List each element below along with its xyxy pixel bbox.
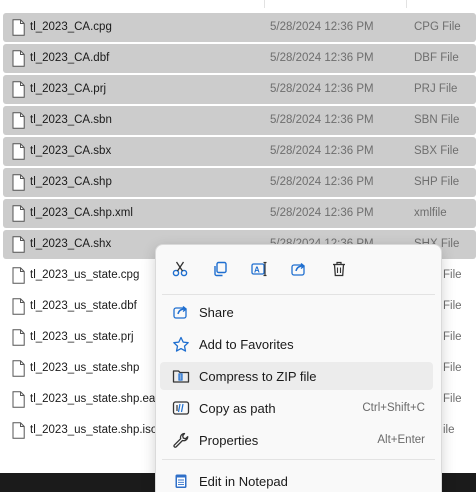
file-icon [12,267,25,284]
share-icon [291,262,306,276]
wrench-icon [173,432,189,448]
file-icon [12,391,25,408]
file-type: xmlfile [414,207,447,219]
rename-button[interactable]: A [246,256,272,282]
copy-button[interactable] [207,256,233,282]
file-date: 5/28/2024 12:36 PM [270,114,374,126]
menu-item-label: Properties [199,433,259,448]
file-icon [12,174,25,191]
menu-item-label: Share [199,305,234,320]
column-header-strip [0,0,476,8]
cut-icon [172,261,188,277]
menu-item-copy-as-path[interactable]: Copy as path Ctrl+Shift+C [160,394,433,422]
share-icon [173,305,188,319]
zip-folder-icon [172,370,190,383]
menu-item-label: Compress to ZIP file [199,369,317,384]
file-name: tl_2023_us_state.shp [30,362,140,374]
file-type: File [443,362,462,374]
file-row[interactable]: tl_2023_CA.prj 5/28/2024 12:36 PM PRJ File [0,74,476,105]
file-date: 5/28/2024 12:36 PM [270,176,374,188]
menu-item-edit-in-notepad[interactable]: Edit in Notepad [160,467,433,492]
file-icon [12,112,25,129]
file-type: File [443,331,462,343]
file-name: tl_2023_CA.shp [30,176,112,188]
file-icon [12,143,25,160]
file-icon [12,19,25,36]
file-name: tl_2023_CA.cpg [30,21,112,33]
file-date: 5/28/2024 12:36 PM [270,83,374,95]
menu-divider [162,294,435,295]
share-quick-button[interactable] [286,256,312,282]
file-icon [12,422,25,439]
delete-button[interactable] [326,256,352,282]
star-icon [173,336,189,352]
menu-item-properties[interactable]: Properties Alt+Enter [160,426,433,454]
file-name: tl_2023_us_state.dbf [30,300,137,312]
copy-path-icon [172,401,190,415]
file-row[interactable]: tl_2023_CA.dbf 5/28/2024 12:36 PM DBF File [0,43,476,74]
file-row[interactable]: tl_2023_CA.sbx 5/28/2024 12:36 PM SBX File [0,136,476,167]
file-type: File [443,300,462,312]
file-name: tl_2023_CA.sbn [30,114,112,126]
file-type: CPG File [414,21,461,33]
file-name: tl_2023_CA.dbf [30,52,110,64]
cut-button[interactable] [167,256,193,282]
file-icon [12,205,25,222]
menu-item-share[interactable]: Share [160,298,433,326]
file-type: ile [443,424,455,436]
file-row[interactable]: tl_2023_CA.shp.xml 5/28/2024 12:36 PM xmlf… [0,198,476,229]
file-icon [12,50,25,67]
file-type: PRJ File [414,83,458,95]
file-row[interactable]: tl_2023_CA.sbn 5/28/2024 12:36 PM SBN File [0,105,476,136]
file-name: tl_2023_CA.shp.xml [30,207,133,219]
file-type: SHP File [414,176,460,188]
file-date: 5/28/2024 12:36 PM [270,207,374,219]
delete-icon [333,261,345,277]
menu-divider [162,459,435,460]
column-divider[interactable] [264,0,265,8]
file-date: 5/28/2024 12:36 PM [270,21,374,33]
quick-actions-bar: A [156,245,441,294]
context-menu: A Share Add to Favorites Compress to ZIP… [155,244,442,492]
menu-item-shortcut: Ctrl+Shift+C [362,402,425,414]
file-name: tl_2023_us_state.shp.ea.i [30,393,162,405]
column-divider[interactable] [406,0,407,8]
file-icon [12,329,25,346]
rename-icon: A [251,261,267,277]
file-name: tl_2023_us_state.cpg [30,269,140,281]
file-icon [12,81,25,98]
file-row[interactable]: tl_2023_CA.cpg 5/28/2024 12:36 PM CPG File [0,12,476,43]
menu-item-label: Edit in Notepad [199,474,288,489]
file-icon [12,298,25,315]
file-name: tl_2023_CA.prj [30,83,107,95]
menu-item-compress-zip[interactable]: Compress to ZIP file [160,362,433,390]
file-name: tl_2023_us_state.prj [30,331,134,343]
menu-item-label: Add to Favorites [199,337,294,352]
file-icon [12,236,25,253]
file-date: 5/28/2024 12:36 PM [270,145,374,157]
file-type: File [443,393,462,405]
file-row[interactable]: tl_2023_CA.shp 5/28/2024 12:36 PM SHP File [0,167,476,198]
copy-icon [214,261,227,277]
file-icon [12,360,25,377]
file-name: tl_2023_us_state.shp.iso. [30,424,161,436]
menu-item-add-to-favorites[interactable]: Add to Favorites [160,330,433,358]
file-type: File [443,269,462,281]
menu-item-shortcut: Alt+Enter [377,434,425,446]
file-name: tl_2023_CA.shx [30,238,112,250]
svg-text:A: A [254,266,260,275]
file-type: SBX File [414,145,459,157]
file-type: SBN File [414,114,460,126]
file-name: tl_2023_CA.sbx [30,145,112,157]
notepad-icon [175,474,187,488]
file-type: DBF File [414,52,459,64]
menu-item-label: Copy as path [199,401,276,416]
file-date: 5/28/2024 12:36 PM [270,52,374,64]
